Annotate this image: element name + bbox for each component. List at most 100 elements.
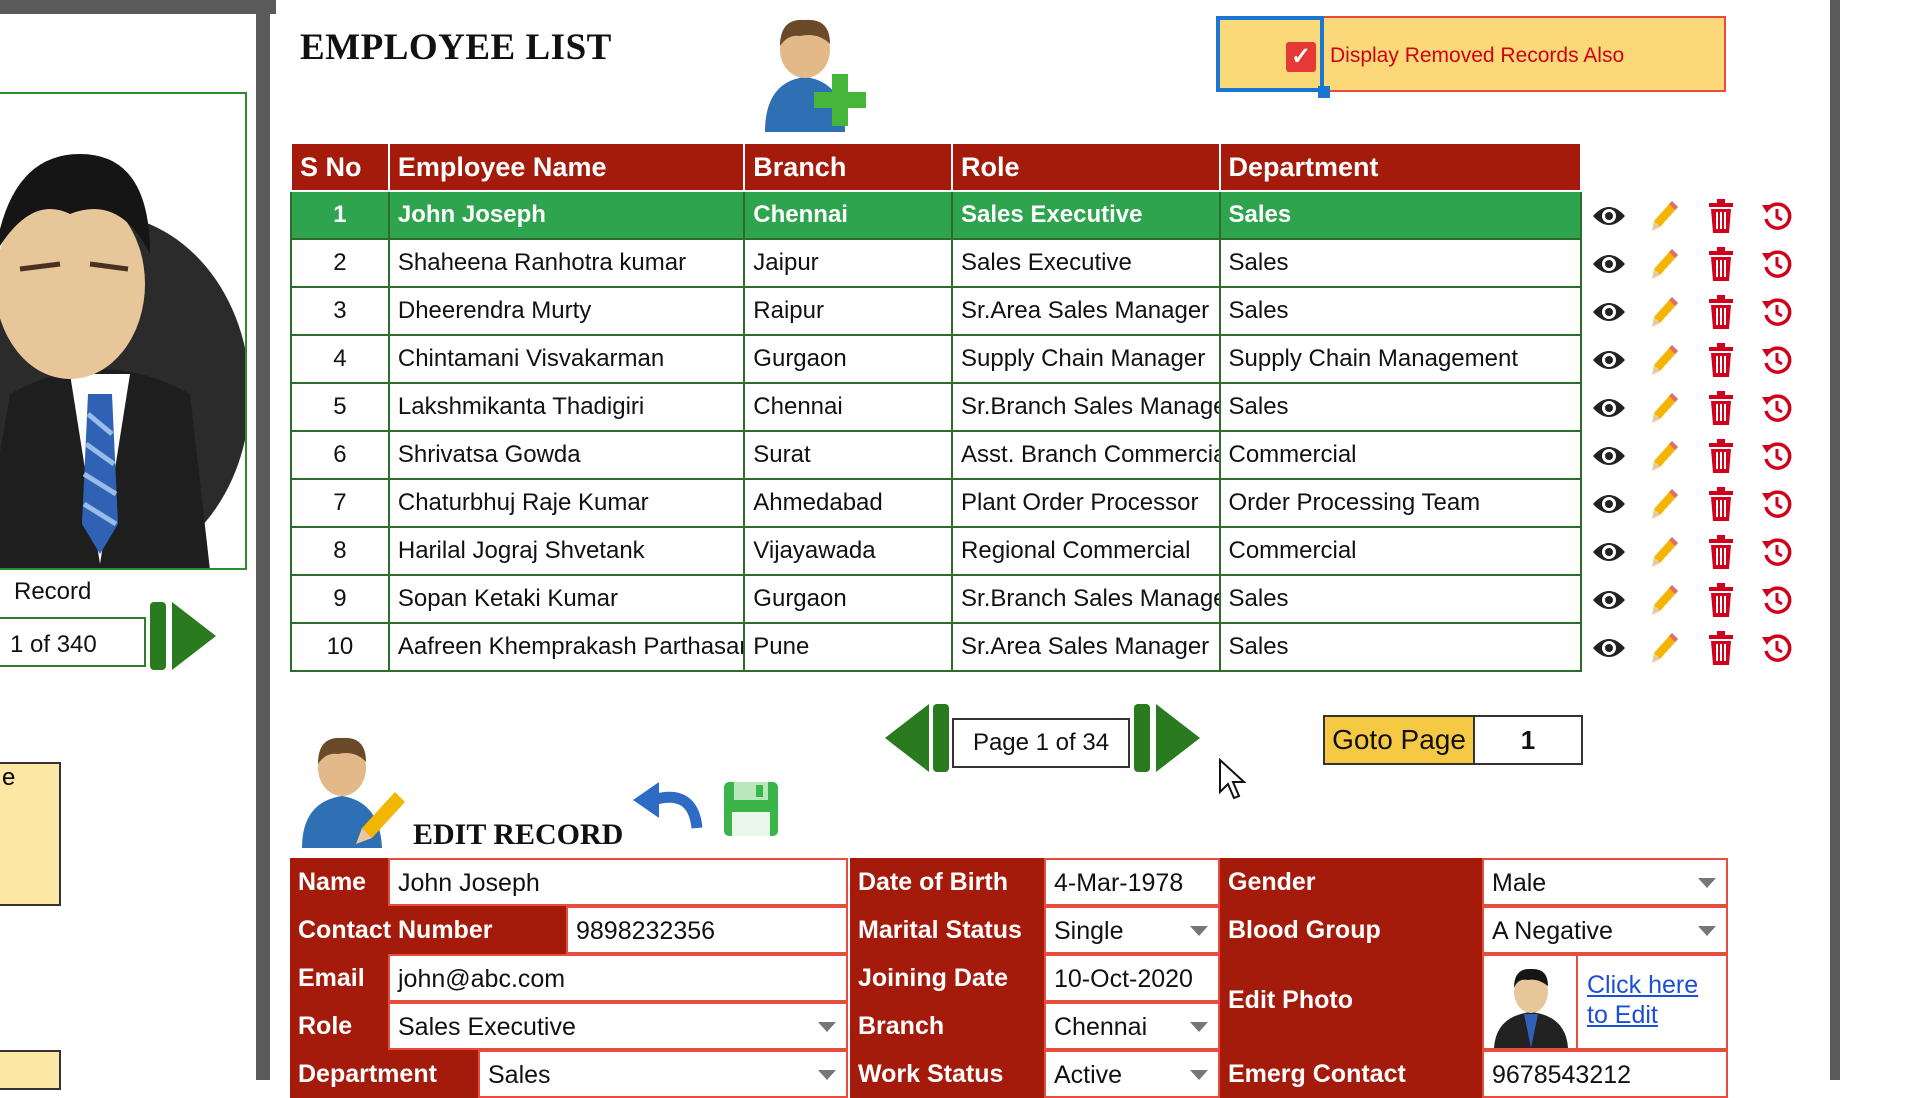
restore-icon[interactable] [1760,247,1794,281]
pencil-icon[interactable] [1648,535,1682,569]
pencil-icon[interactable] [1648,343,1682,377]
name-field[interactable]: John Joseph [388,858,848,906]
table-row[interactable]: 5 Lakshmikanta Thadigiri Chennai Sr.Branch … [290,382,1582,432]
restore-icon[interactable] [1760,535,1794,569]
joining-field[interactable]: 10-Oct-2020 [1044,954,1220,1002]
next-record-button[interactable] [150,600,216,672]
col-header-sno[interactable]: S No [290,142,390,192]
cell-sno: 9 [290,574,390,624]
trash-icon[interactable] [1704,583,1738,617]
edit-photo-link[interactable]: Click here to Edit [1587,970,1717,1030]
chevron-down-icon[interactable] [818,1070,836,1080]
emergency-contact-field[interactable]: 9678543212 [1482,1050,1728,1098]
trash-icon[interactable] [1704,199,1738,233]
col-header-department[interactable]: Department [1218,142,1582,192]
eye-icon[interactable] [1592,535,1626,569]
restore-icon[interactable] [1760,439,1794,473]
display-removed-checkbox[interactable]: ✓ [1286,42,1316,72]
trash-icon[interactable] [1704,247,1738,281]
restore-icon[interactable] [1760,343,1794,377]
next-page-button[interactable] [1134,702,1200,774]
pencil-icon[interactable] [1648,295,1682,329]
eye-icon[interactable] [1592,583,1626,617]
trash-icon[interactable] [1704,439,1738,473]
cell-department: Order Processing Team [1218,478,1582,528]
marital-select[interactable]: Single [1044,906,1220,954]
eye-icon[interactable] [1592,631,1626,665]
table-row[interactable]: 3 Dheerendra Murty Raipur Sr.Area Sales Man… [290,286,1582,336]
email-field[interactable]: john@abc.com [388,954,848,1002]
add-employee-button[interactable] [760,12,880,132]
restore-icon[interactable] [1760,391,1794,425]
trash-icon[interactable] [1704,631,1738,665]
col-header-role[interactable]: Role [951,142,1221,192]
col-header-name[interactable]: Employee Name [387,142,746,192]
pencil-icon[interactable] [1648,439,1682,473]
trash-icon[interactable] [1704,343,1738,377]
eye-icon[interactable] [1592,295,1626,329]
chevron-down-icon[interactable] [818,1022,836,1032]
pencil-icon[interactable] [1648,391,1682,425]
table-row[interactable]: 2 Shaheena Ranhotra kumar Jaipur Sales Exec… [290,238,1582,288]
cell-name: Aafreen Khemprakash Parthasarathy [387,622,746,672]
dob-field[interactable]: 4-Mar-1978 [1044,858,1220,906]
cell-role: Regional Commercial [951,526,1221,576]
goto-page-button[interactable]: Goto Page [1323,715,1475,765]
emergency-contact-label: Emerg Contact [1220,1050,1482,1098]
table-row[interactable]: 1 John Joseph Chennai Sales Executive Sales [290,190,1582,240]
eye-icon[interactable] [1592,391,1626,425]
photo-thumbnail [1486,956,1578,1048]
pencil-icon[interactable] [1648,583,1682,617]
trash-icon[interactable] [1704,535,1738,569]
prev-page-button[interactable] [885,702,951,774]
blood-group-select[interactable]: A Negative [1482,906,1728,954]
restore-icon[interactable] [1760,583,1794,617]
chevron-down-icon[interactable] [1698,878,1716,888]
pencil-icon[interactable] [1648,631,1682,665]
pencil-icon[interactable] [1648,487,1682,521]
role-select[interactable]: Sales Executive [388,1002,848,1050]
table-row[interactable]: 8 Harilal Jograj Shvetank Vijayawada Region… [290,526,1582,576]
save-icon[interactable] [722,780,780,838]
trash-icon[interactable] [1704,295,1738,329]
col-header-branch[interactable]: Branch [743,142,954,192]
chevron-down-icon[interactable] [1190,1022,1208,1032]
pencil-icon[interactable] [1648,247,1682,281]
eye-icon[interactable] [1592,439,1626,473]
trash-icon[interactable] [1704,391,1738,425]
cell-sno: 10 [290,622,390,672]
undo-icon[interactable] [633,778,705,840]
goto-page-input[interactable]: 1 [1475,715,1583,765]
gender-select[interactable]: Male [1482,858,1728,906]
chevron-down-icon[interactable] [1698,926,1716,936]
cell-role: Sr.Branch Sales Manager [951,574,1221,624]
eye-icon[interactable] [1592,247,1626,281]
contact-field[interactable]: 9898232356 [566,906,848,954]
restore-icon[interactable] [1760,487,1794,521]
table-header-row: S No Employee Name Branch Role Departmen… [290,142,1582,192]
work-status-select[interactable]: Active [1044,1050,1220,1098]
branch-select[interactable]: Chennai [1044,1002,1220,1050]
table-row[interactable]: 4 Chintamani Visvakarman Gurgaon Supply Cha… [290,334,1582,384]
eye-icon[interactable] [1592,199,1626,233]
table-row[interactable]: 10Aafreen Khemprakash ParthasarathyPuneS… [290,622,1582,672]
table-row[interactable]: 7 Chaturbhuj Raje Kumar Ahmedabad Plant Ord… [290,478,1582,528]
cell-department: Sales [1218,574,1582,624]
eye-icon[interactable] [1592,343,1626,377]
restore-icon[interactable] [1760,295,1794,329]
department-select[interactable]: Sales [478,1050,848,1098]
cell-department: Commercial [1218,526,1582,576]
cell-role: Sr.Branch Sales Manager [951,382,1221,432]
cell-role: Asst. Branch Commercial [951,430,1221,480]
table-row[interactable]: 6 Shrivatsa Gowda Surat Asst. Branch Commer… [290,430,1582,480]
chevron-down-icon[interactable] [1190,1070,1208,1080]
resize-handle[interactable] [1318,86,1330,98]
table-row[interactable]: 9 Sopan Ketaki Kumar Gurgaon Sr.Branch Sale… [290,574,1582,624]
restore-icon[interactable] [1760,199,1794,233]
restore-icon[interactable] [1760,631,1794,665]
pencil-icon[interactable] [1648,199,1682,233]
chevron-down-icon[interactable] [1190,926,1208,936]
eye-icon[interactable] [1592,487,1626,521]
trash-icon[interactable] [1704,487,1738,521]
right-scrollbar[interactable] [1830,0,1840,1080]
